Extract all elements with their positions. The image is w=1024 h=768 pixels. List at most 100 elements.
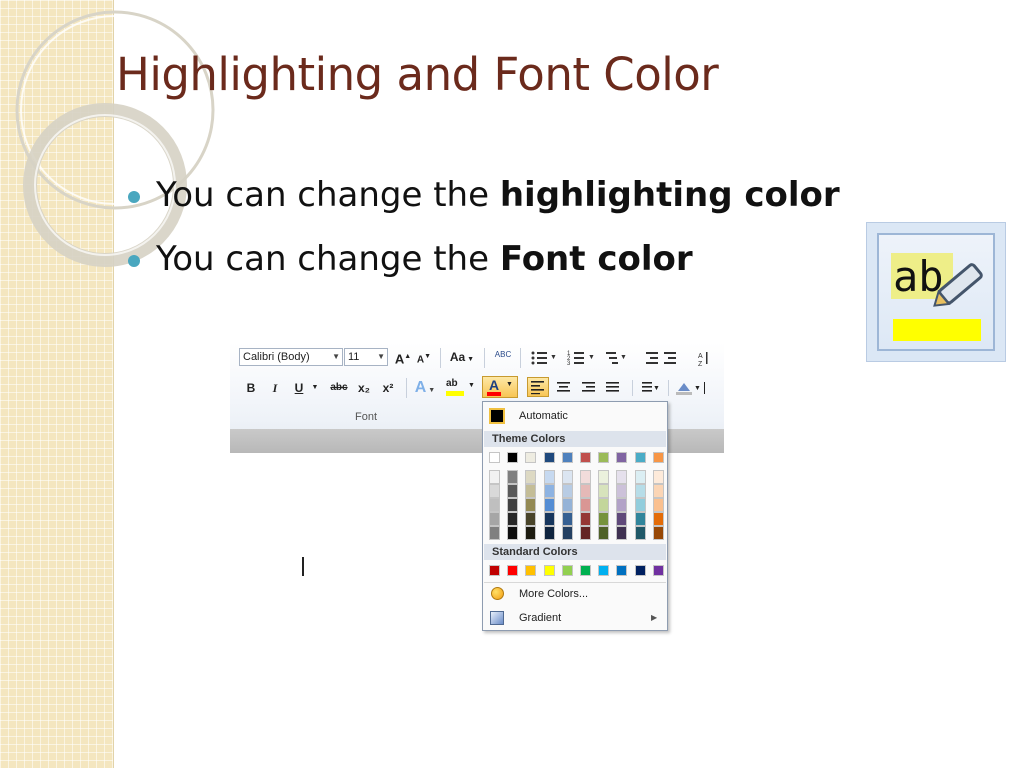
clear-formatting-icon[interactable]: ABC: [492, 345, 514, 365]
underline-button[interactable]: U: [292, 378, 306, 398]
standard-color-swatch[interactable]: [580, 565, 591, 576]
text-highlight-button[interactable]: ab ▼: [446, 378, 476, 400]
theme-shade-swatch[interactable]: [489, 512, 500, 526]
shrink-font-icon[interactable]: A▼: [416, 347, 432, 367]
slide-title: Highlighting and Font Color: [116, 48, 719, 101]
theme-shade-swatch[interactable]: [507, 512, 519, 526]
theme-shade-swatch[interactable]: [489, 470, 500, 484]
theme-color-swatch[interactable]: [561, 452, 573, 463]
theme-shade-swatch[interactable]: [580, 484, 591, 498]
subscript-button[interactable]: x₂: [356, 378, 372, 398]
theme-shade-swatch[interactable]: [507, 498, 519, 512]
theme-shade-swatch[interactable]: [652, 526, 664, 540]
theme-color-swatch[interactable]: [634, 452, 646, 463]
font-name-dropdown[interactable]: Calibri (Body) ▼: [239, 348, 343, 366]
theme-shade-swatch[interactable]: [616, 484, 628, 498]
theme-shade-swatch[interactable]: [598, 512, 610, 526]
chevron-down-icon[interactable]: ▼: [310, 378, 320, 398]
palette-icon: [491, 587, 504, 600]
theme-shade-swatch[interactable]: [652, 512, 664, 526]
text-effects-icon[interactable]: A ▼: [414, 378, 436, 398]
standard-color-swatch[interactable]: [543, 565, 555, 576]
bold-button[interactable]: B: [244, 378, 258, 398]
menu-item-more-colors[interactable]: More Colors...: [483, 583, 667, 605]
theme-color-swatch[interactable]: [616, 452, 628, 463]
theme-shade-swatch[interactable]: [543, 484, 555, 498]
theme-shade-swatch[interactable]: [616, 526, 628, 540]
chevron-down-icon: ▼: [468, 382, 475, 389]
theme-shade-swatch[interactable]: [616, 470, 628, 484]
grow-font-icon[interactable]: A▲: [394, 347, 412, 367]
standard-color-swatch[interactable]: [561, 565, 573, 576]
theme-shade-swatch[interactable]: [652, 484, 664, 498]
menu-item-gradient[interactable]: Gradient ▶: [483, 607, 667, 629]
theme-shade-swatch[interactable]: [580, 470, 591, 484]
theme-shade-swatch[interactable]: [525, 512, 537, 526]
paragraph-toolbar-icons[interactable]: ▼ 1 2 3 ▼ ▼ AZ: [530, 349, 710, 367]
theme-shade-swatch[interactable]: [507, 470, 519, 484]
theme-shade-swatch[interactable]: [634, 512, 646, 526]
theme-shade-swatch[interactable]: [525, 526, 537, 540]
align-left-button[interactable]: [527, 377, 549, 397]
change-case-button[interactable]: Aa ▼: [448, 347, 476, 367]
theme-shade-swatch[interactable]: [561, 512, 573, 526]
theme-shade-swatch[interactable]: [489, 498, 500, 512]
theme-shade-swatch[interactable]: [580, 498, 591, 512]
theme-shade-swatch[interactable]: [634, 470, 646, 484]
theme-shade-swatch[interactable]: [507, 526, 519, 540]
theme-shade-swatch[interactable]: [652, 470, 664, 484]
theme-shade-swatch[interactable]: [634, 498, 646, 512]
italic-button[interactable]: I: [268, 378, 282, 398]
theme-shade-swatch[interactable]: [543, 470, 555, 484]
theme-shade-swatch[interactable]: [525, 498, 537, 512]
theme-color-swatch[interactable]: [543, 452, 555, 463]
theme-shade-swatch[interactable]: [561, 470, 573, 484]
theme-color-swatch[interactable]: [525, 452, 537, 463]
theme-color-swatch[interactable]: [652, 452, 664, 463]
theme-shade-swatch[interactable]: [652, 498, 664, 512]
theme-shade-swatch[interactable]: [489, 526, 500, 540]
font-color-menu: Automatic Theme Colors Standard Colors M…: [482, 401, 668, 631]
theme-color-swatch[interactable]: [580, 452, 591, 463]
font-size-dropdown[interactable]: 11 ▼: [344, 348, 388, 366]
theme-shade-swatch[interactable]: [525, 470, 537, 484]
theme-shade-swatch[interactable]: [525, 484, 537, 498]
theme-shade-swatch[interactable]: [598, 526, 610, 540]
theme-color-swatch[interactable]: [489, 452, 500, 463]
theme-shade-swatch[interactable]: [634, 484, 646, 498]
decorative-side-panel: [0, 0, 215, 768]
font-color-button[interactable]: A ▼: [482, 376, 518, 398]
theme-shade-swatch[interactable]: [580, 512, 591, 526]
standard-color-swatch[interactable]: [616, 565, 628, 576]
standard-color-swatch[interactable]: [652, 565, 664, 576]
theme-shade-swatch[interactable]: [543, 526, 555, 540]
chevron-down-icon: ▼: [506, 381, 513, 388]
theme-shade-swatch[interactable]: [598, 498, 610, 512]
theme-color-swatch[interactable]: [507, 452, 519, 463]
theme-shade-swatch[interactable]: [616, 498, 628, 512]
theme-shade-swatch[interactable]: [561, 484, 573, 498]
theme-color-swatch[interactable]: [598, 452, 610, 463]
theme-shade-swatch[interactable]: [598, 470, 610, 484]
separator: [484, 348, 485, 368]
theme-shade-swatch[interactable]: [543, 498, 555, 512]
standard-color-swatch[interactable]: [507, 565, 519, 576]
theme-shade-swatch[interactable]: [489, 484, 500, 498]
standard-color-swatch[interactable]: [598, 565, 610, 576]
standard-color-swatch[interactable]: [634, 565, 646, 576]
standard-color-swatch[interactable]: [489, 565, 500, 576]
theme-shade-swatch[interactable]: [507, 484, 519, 498]
alignment-toolbar-icons[interactable]: ▼ ▼: [554, 379, 724, 397]
standard-color-swatch[interactable]: [525, 565, 537, 576]
theme-shade-swatch[interactable]: [580, 526, 591, 540]
theme-shade-swatch[interactable]: [634, 526, 646, 540]
svg-text:3: 3: [567, 361, 571, 367]
menu-item-automatic[interactable]: Automatic: [483, 405, 667, 427]
theme-shade-swatch[interactable]: [561, 498, 573, 512]
theme-shade-swatch[interactable]: [598, 484, 610, 498]
superscript-button[interactable]: x²: [380, 378, 396, 398]
theme-shade-swatch[interactable]: [561, 526, 573, 540]
theme-shade-swatch[interactable]: [616, 512, 628, 526]
strikethrough-button[interactable]: abc: [328, 378, 350, 398]
theme-shade-swatch[interactable]: [543, 512, 555, 526]
